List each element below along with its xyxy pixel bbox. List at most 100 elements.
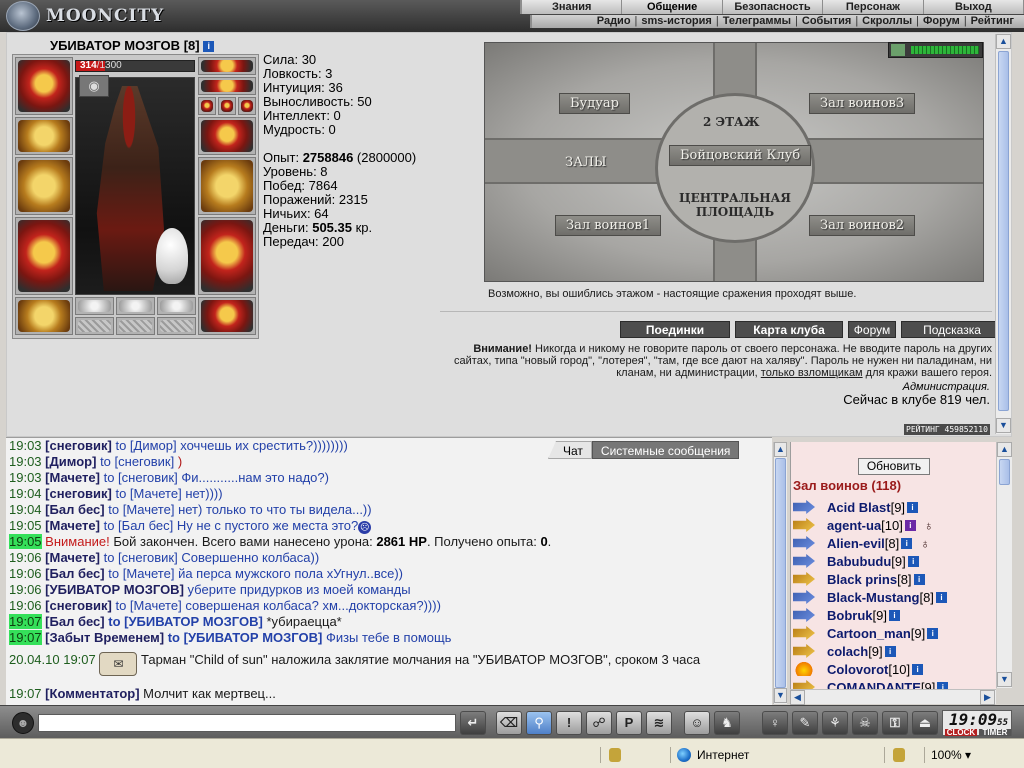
chat-nick[interactable]: снеговик (50, 486, 108, 501)
wave-icon[interactable]: ≋ (646, 711, 672, 735)
chat-scrollbar[interactable]: ▲ ▼ (773, 442, 787, 704)
hint-button[interactable]: Подсказка (901, 321, 1003, 338)
alignment-icon[interactable] (793, 554, 815, 568)
chat-nick[interactable]: Бал бес (50, 502, 101, 517)
lock-tool-icon[interactable]: ⚿ (882, 711, 908, 735)
slot-rune-3[interactable] (157, 297, 196, 315)
submenu-rating[interactable]: Рейтинг (967, 15, 1018, 28)
privacy-cell[interactable] (600, 747, 670, 763)
rating-counter[interactable]: РЕЙТИНГ 459852110 (904, 424, 990, 435)
character-name-text[interactable]: УБИВАТОР МОЗГОВ (50, 38, 180, 53)
user-name[interactable]: Black prins (827, 572, 897, 587)
refresh-button[interactable]: Обновить (858, 458, 930, 475)
alignment-icon[interactable] (793, 644, 815, 658)
clock-button[interactable]: CLOCK (945, 729, 977, 737)
user-row[interactable]: Cartoon_man [9] i (793, 624, 995, 642)
logo[interactable]: MOONCITY (6, 1, 164, 31)
chat-head-icon[interactable]: ☻ (12, 712, 34, 734)
menu-knowledge[interactable]: Знания (522, 0, 623, 14)
skull-icon[interactable]: ☠ (852, 711, 878, 735)
user-row[interactable]: Babubudu [9] i (793, 552, 995, 570)
scroll-left-arrow-icon[interactable]: ◀ (790, 690, 805, 705)
room-hall-1[interactable]: Зал воинов1 (555, 215, 662, 236)
chat-time[interactable]: 19:07 (9, 630, 42, 645)
chat-time[interactable]: 19:05 (9, 518, 42, 533)
scroll-thumb[interactable] (999, 459, 1010, 485)
walker-icon[interactable]: ☍ (586, 711, 612, 735)
room-halls[interactable]: ЗАЛЫ (565, 155, 607, 170)
slot-rune-1[interactable] (75, 297, 114, 315)
user-info-icon[interactable]: i (888, 609, 900, 621)
chat-time[interactable]: 19:03 (9, 454, 42, 469)
chat-time[interactable]: 19:06 (9, 582, 42, 597)
user-name[interactable]: Alien-evil (827, 536, 885, 551)
chat-nick[interactable]: Мачете (50, 518, 96, 533)
slot-amulet[interactable] (198, 57, 256, 75)
chat-time[interactable]: 19:06 (9, 566, 42, 581)
map-toggle-icon[interactable] (891, 44, 905, 56)
scroll-thumb[interactable] (775, 458, 786, 688)
menu-exit[interactable]: Выход (924, 0, 1024, 14)
chat-nick[interactable]: Комментатор (50, 686, 136, 701)
chat-time[interactable]: 19:03 (9, 470, 42, 485)
chat-nick[interactable]: Забыт Временем (50, 630, 160, 645)
alignment-icon[interactable] (793, 536, 815, 550)
user-name[interactable]: Acid Blast (827, 500, 891, 515)
chat-nick[interactable]: Бал бес (50, 614, 101, 629)
user-info-icon[interactable]: i (907, 555, 919, 567)
user-info-icon[interactable]: i (935, 591, 947, 603)
exit-icon[interactable]: ⏏ (912, 711, 938, 735)
smile-icon[interactable]: ☺ (684, 711, 710, 735)
eye-icon[interactable]: ◉ (79, 75, 109, 97)
chat-input[interactable] (38, 714, 456, 732)
scroll-down-arrow-icon[interactable]: ▼ (774, 688, 787, 703)
user-list-hscrollbar[interactable]: ◀ ▶ (790, 689, 996, 705)
chat-recipient[interactable]: [УБИВАТОР МОЗГОВ] (184, 630, 323, 645)
chat-recipient[interactable]: [УБИВАТОР МОЗГОВ] (124, 614, 263, 629)
club-map-button[interactable]: Карта клуба (735, 321, 843, 338)
chat-time[interactable]: 19:07 (9, 686, 42, 701)
room-hall-2[interactable]: Зал воинов2 (809, 215, 916, 236)
chat-time[interactable]: 19:06 (9, 550, 42, 565)
slot-weapon[interactable] (15, 157, 73, 215)
chat-recipient[interactable]: Димор (134, 438, 173, 453)
user-info-icon[interactable]: i (907, 501, 919, 513)
forum-button[interactable]: Форум (848, 321, 896, 338)
slot-runic-3[interactable] (157, 317, 196, 335)
protected-mode-cell[interactable] (884, 747, 924, 763)
scroll-down-arrow-icon[interactable]: ▼ (997, 672, 1012, 687)
alignment-icon[interactable] (793, 590, 815, 604)
slot-shield[interactable] (198, 157, 256, 215)
chat-nick[interactable]: Бал бес (50, 566, 101, 581)
user-info-icon[interactable]: i (927, 627, 939, 639)
chat-recipient[interactable]: снеговик (118, 454, 170, 469)
main-scrollbar[interactable]: ▲ ▼ (995, 34, 1011, 434)
slot-leggings[interactable] (198, 217, 256, 295)
chat-recipient[interactable]: Мачете (134, 486, 179, 501)
user-name[interactable]: Cartoon_man (827, 626, 911, 641)
friends-icon[interactable]: ⚘ (822, 711, 848, 735)
tab-system-messages[interactable]: Системные сообщения (591, 441, 740, 459)
room-floor-2[interactable]: 2 ЭТАЖ (703, 115, 760, 129)
slot-runic-1[interactable] (75, 317, 114, 335)
user-info-icon[interactable]: i (912, 663, 924, 675)
slot-rune-2[interactable] (116, 297, 155, 315)
timer-button[interactable]: TIMER (979, 729, 1011, 737)
user-name[interactable]: Bobruk (827, 608, 873, 623)
slot-ring-2[interactable] (218, 97, 236, 115)
slot-armor[interactable] (15, 217, 73, 295)
user-name[interactable]: Colovorot (827, 662, 888, 677)
chat-nick[interactable]: снеговик (50, 598, 108, 613)
room-central-square[interactable]: ЦЕНТРАЛЬНАЯ ПЛОЩАДЬ (675, 191, 795, 219)
user-name[interactable]: Black-Mustang (827, 590, 919, 605)
scroll-right-arrow-icon[interactable]: ▶ (980, 690, 995, 705)
slot-belt[interactable] (15, 297, 73, 335)
room-hall-3[interactable]: Зал воинов3 (809, 93, 916, 114)
alignment-icon[interactable] (793, 626, 815, 640)
submenu-forum[interactable]: Форум (919, 15, 964, 28)
submenu-radio[interactable]: Радио (593, 15, 635, 28)
user-list-scrollbar[interactable]: ▲ ▼ (996, 442, 1012, 688)
slot-bracers[interactable] (15, 117, 73, 155)
user-name[interactable]: agent-ua (827, 518, 881, 533)
chat-log[interactable]: 19:03 [снеговик] to [Димор] хоччешь их с… (6, 437, 772, 705)
